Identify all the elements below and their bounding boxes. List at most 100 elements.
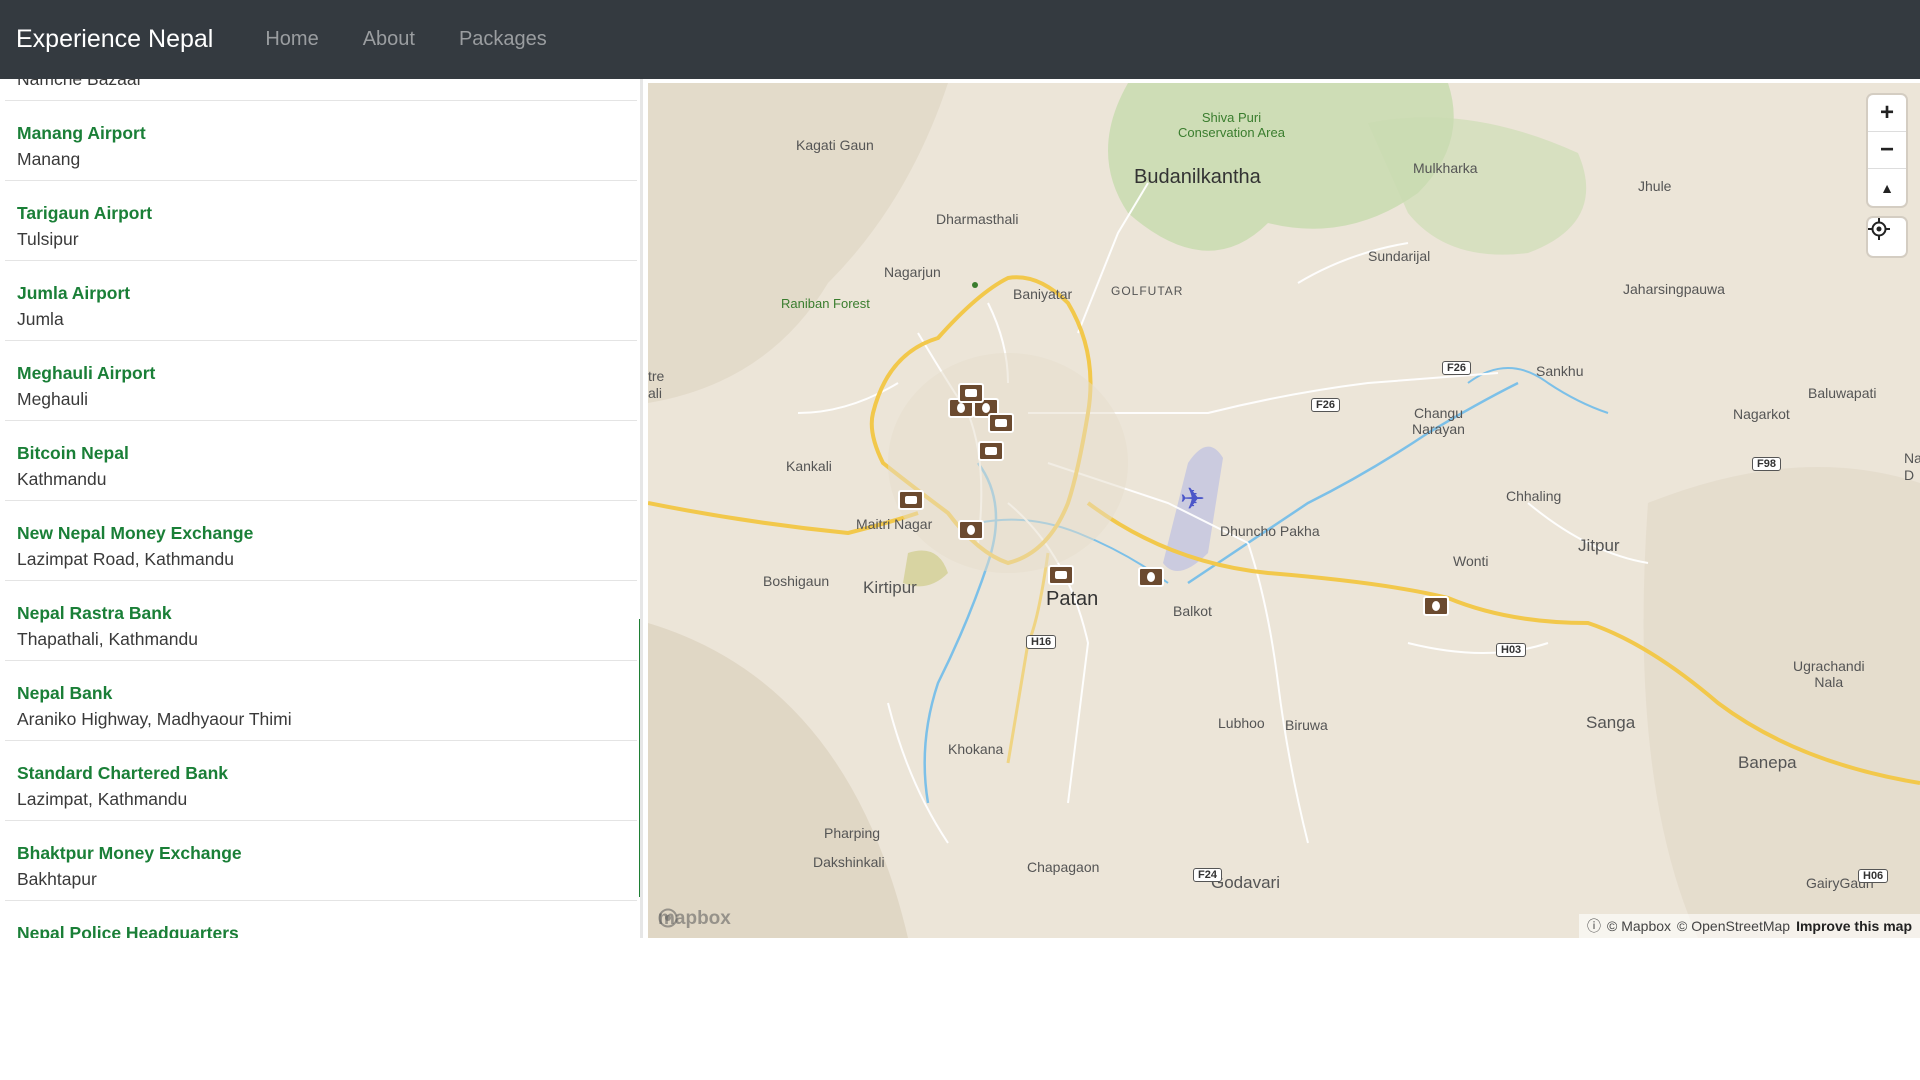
list-item[interactable]: Nepal Police Headquarters bbox=[5, 901, 637, 938]
list-item[interactable]: Jumla Airport Jumla bbox=[5, 261, 637, 341]
list-item-subtitle: Lazimpat Road, Kathmandu bbox=[17, 549, 234, 569]
list-item-subtitle: Manang bbox=[17, 149, 81, 169]
list-item-title[interactable]: Nepal Bank bbox=[17, 683, 112, 704]
list-item-subtitle: Bakhtapur bbox=[17, 869, 97, 889]
navbar: Experience Nepal Home About Packages bbox=[0, 0, 1920, 79]
money-exchange-marker[interactable] bbox=[1138, 567, 1164, 587]
map-label: Na D bbox=[1904, 450, 1920, 483]
list-item-subtitle: Tulsipur bbox=[17, 229, 79, 249]
list-item-subtitle: Thapathali, Kathmandu bbox=[17, 629, 198, 649]
map-label: Changu Narayan bbox=[1412, 405, 1465, 437]
mapbox-icon bbox=[658, 908, 678, 928]
list-item[interactable]: Nepal Rastra Bank Thapathali, Kathmandu bbox=[5, 581, 637, 661]
bank-marker[interactable] bbox=[1048, 565, 1074, 585]
map-label: Shiva Puri Conservation Area bbox=[1178, 110, 1285, 140]
map-label: Chhaling bbox=[1506, 488, 1562, 504]
bank-marker[interactable] bbox=[988, 413, 1014, 433]
map-label: Wonti bbox=[1453, 553, 1489, 569]
map-label: Kagati Gaun bbox=[796, 137, 874, 153]
nav-packages[interactable]: Packages bbox=[459, 28, 547, 51]
map-label: Baniyatar bbox=[1013, 286, 1073, 302]
list-item[interactable]: Manang Airport Manang bbox=[5, 101, 637, 181]
list-item-title[interactable]: Manang Airport bbox=[17, 123, 146, 144]
road-shield: H06 bbox=[1858, 869, 1889, 883]
map-label: Sankhu bbox=[1536, 363, 1584, 379]
map-label: Boshigaun bbox=[763, 573, 830, 589]
bank-marker[interactable] bbox=[898, 490, 924, 510]
list-item[interactable]: Namche Bazaar bbox=[5, 79, 637, 101]
list-item-subtitle: Namche Bazaar bbox=[17, 79, 143, 89]
info-icon[interactable]: ⓘ bbox=[1587, 916, 1601, 936]
list-item[interactable]: Nepal Bank Araniko Highway, Madhyaour Th… bbox=[5, 661, 637, 741]
location-list[interactable]: Namche Bazaar Manang Airport Manang Tari… bbox=[0, 79, 643, 938]
map-label: Lubhoo bbox=[1218, 715, 1265, 731]
list-item-title[interactable]: Nepal Rastra Bank bbox=[17, 603, 172, 624]
money-exchange-marker[interactable] bbox=[958, 520, 984, 540]
map-label: Raniban Forest bbox=[781, 296, 870, 311]
money-exchange-marker[interactable] bbox=[1423, 596, 1449, 616]
list-item[interactable]: Meghauli Airport Meghauli bbox=[5, 341, 637, 421]
attribution-mapbox[interactable]: © Mapbox bbox=[1607, 918, 1671, 934]
attribution-osm[interactable]: © OpenStreetMap bbox=[1677, 918, 1790, 934]
map-label: Chapagaon bbox=[1027, 859, 1100, 875]
geolocate-button[interactable] bbox=[1868, 218, 1906, 256]
list-item[interactable]: Bhaktpur Money Exchange Bakhtapur bbox=[5, 821, 637, 901]
list-item[interactable]: Standard Chartered Bank Lazimpat, Kathma… bbox=[5, 741, 637, 821]
road-shield: H16 bbox=[1026, 635, 1057, 649]
road-shield: F26 bbox=[1442, 361, 1471, 375]
list-item-title[interactable]: Bitcoin Nepal bbox=[17, 443, 129, 464]
bank-marker[interactable] bbox=[978, 441, 1004, 461]
map-label: Ugrachandi Nala bbox=[1793, 658, 1865, 690]
list-item-title[interactable]: Meghauli Airport bbox=[17, 363, 155, 384]
map-nav-controls: + − ▲ bbox=[1868, 95, 1906, 206]
list-item-title[interactable]: Nepal Police Headquarters bbox=[17, 923, 239, 938]
locate-icon bbox=[1868, 218, 1890, 240]
list-item-title[interactable]: New Nepal Money Exchange bbox=[17, 523, 253, 544]
bank-marker[interactable] bbox=[958, 383, 984, 403]
list-item[interactable]: New Nepal Money Exchange Lazimpat Road, … bbox=[5, 501, 637, 581]
compass-button[interactable]: ▲ bbox=[1868, 169, 1906, 206]
road-shield: H03 bbox=[1496, 643, 1527, 657]
map-label: Patan bbox=[1046, 588, 1099, 610]
list-item-subtitle: Meghauli bbox=[17, 389, 89, 409]
map-label: Nagarjun bbox=[884, 264, 941, 280]
map-label: Jitpur bbox=[1578, 536, 1620, 555]
scrollbar-thumb[interactable] bbox=[639, 619, 640, 897]
road-shield: F24 bbox=[1193, 868, 1222, 882]
mapbox-logo[interactable]: mapbox bbox=[658, 908, 731, 930]
list-item-title[interactable]: Bhaktpur Money Exchange bbox=[17, 843, 242, 864]
map-label: Sanga bbox=[1586, 713, 1636, 732]
list-item-title[interactable]: Standard Chartered Bank bbox=[17, 763, 228, 784]
nav-home[interactable]: Home bbox=[265, 28, 318, 51]
list-item-subtitle: Araniko Highway, Madhyaour Thimi bbox=[17, 709, 292, 729]
map-label: Khokana bbox=[948, 741, 1004, 757]
map-label: Budanilkantha bbox=[1134, 166, 1261, 188]
map-canvas: ✈ bbox=[648, 83, 1920, 938]
map-label: Mulkharka bbox=[1413, 160, 1478, 176]
map-label: Sundarijal bbox=[1368, 248, 1431, 264]
road-shield: F26 bbox=[1311, 398, 1340, 412]
map-label: Dhuncho Pakha bbox=[1220, 523, 1320, 539]
zoom-out-button[interactable]: − bbox=[1868, 132, 1906, 169]
map-label: tre ali bbox=[648, 368, 665, 401]
improve-map-link[interactable]: Improve this map bbox=[1796, 918, 1912, 934]
map-label: Maitri Nagar bbox=[856, 516, 933, 532]
list-item[interactable]: Bitcoin Nepal Kathmandu bbox=[5, 421, 637, 501]
list-item-subtitle: Lazimpat, Kathmandu bbox=[17, 789, 188, 809]
map-label: Jaharsingpauwa bbox=[1623, 281, 1725, 297]
map-view[interactable]: ✈ Shiva Puri Conservation Area Kagati Ga… bbox=[648, 83, 1920, 938]
map-label: Balkot bbox=[1173, 603, 1212, 619]
map-label: Baluwapati bbox=[1808, 385, 1877, 401]
zoom-in-button[interactable]: + bbox=[1868, 95, 1906, 132]
list-item-subtitle: Kathmandu bbox=[17, 469, 107, 489]
list-item-title[interactable]: Tarigaun Airport bbox=[17, 203, 152, 224]
list-item-subtitle: Jumla bbox=[17, 309, 64, 329]
map-label: Kankali bbox=[786, 458, 832, 474]
road-shield: F98 bbox=[1752, 457, 1781, 471]
list-item[interactable]: Tarigaun Airport Tulsipur bbox=[5, 181, 637, 261]
list-item-title[interactable]: Jumla Airport bbox=[17, 283, 130, 304]
nav-about[interactable]: About bbox=[363, 28, 415, 51]
brand-link[interactable]: Experience Nepal bbox=[16, 25, 213, 54]
svg-text:✈: ✈ bbox=[1180, 482, 1205, 517]
map-label: Banepa bbox=[1738, 753, 1797, 772]
